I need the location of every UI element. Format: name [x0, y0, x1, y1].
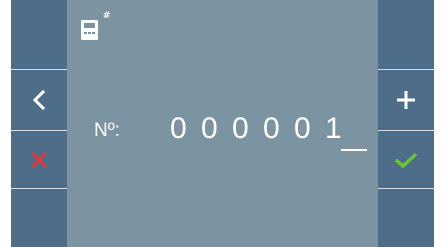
number-label: Nº: — [94, 120, 120, 141]
hash-label: # — [103, 11, 111, 21]
left-button-bar — [11, 0, 67, 247]
digit-cursor — [341, 149, 367, 151]
cancel-button[interactable] — [11, 131, 67, 188]
right-empty-slot-bottom — [378, 189, 434, 247]
increment-button[interactable] — [378, 70, 434, 130]
left-empty-slot-bottom — [11, 189, 67, 247]
back-button[interactable] — [11, 70, 67, 130]
digit-2[interactable]: 0 — [201, 112, 232, 146]
x-icon — [30, 151, 48, 168]
check-icon — [394, 152, 418, 168]
digit-6-active[interactable]: 1 — [325, 112, 356, 146]
left-empty-slot-top — [11, 0, 67, 69]
digit-3[interactable]: 0 — [232, 112, 263, 146]
chevron-left-icon — [32, 89, 46, 111]
intercom-device-icon — [81, 20, 98, 40]
right-button-bar — [378, 0, 434, 247]
number-entry[interactable]: 0 0 0 0 0 1 — [170, 112, 356, 146]
digit-1[interactable]: 0 — [170, 112, 201, 146]
plus-icon — [397, 91, 415, 109]
digit-5[interactable]: 0 — [294, 112, 325, 146]
digit-4[interactable]: 0 — [263, 112, 294, 146]
confirm-button[interactable] — [378, 131, 434, 188]
right-empty-slot-top — [378, 0, 434, 69]
